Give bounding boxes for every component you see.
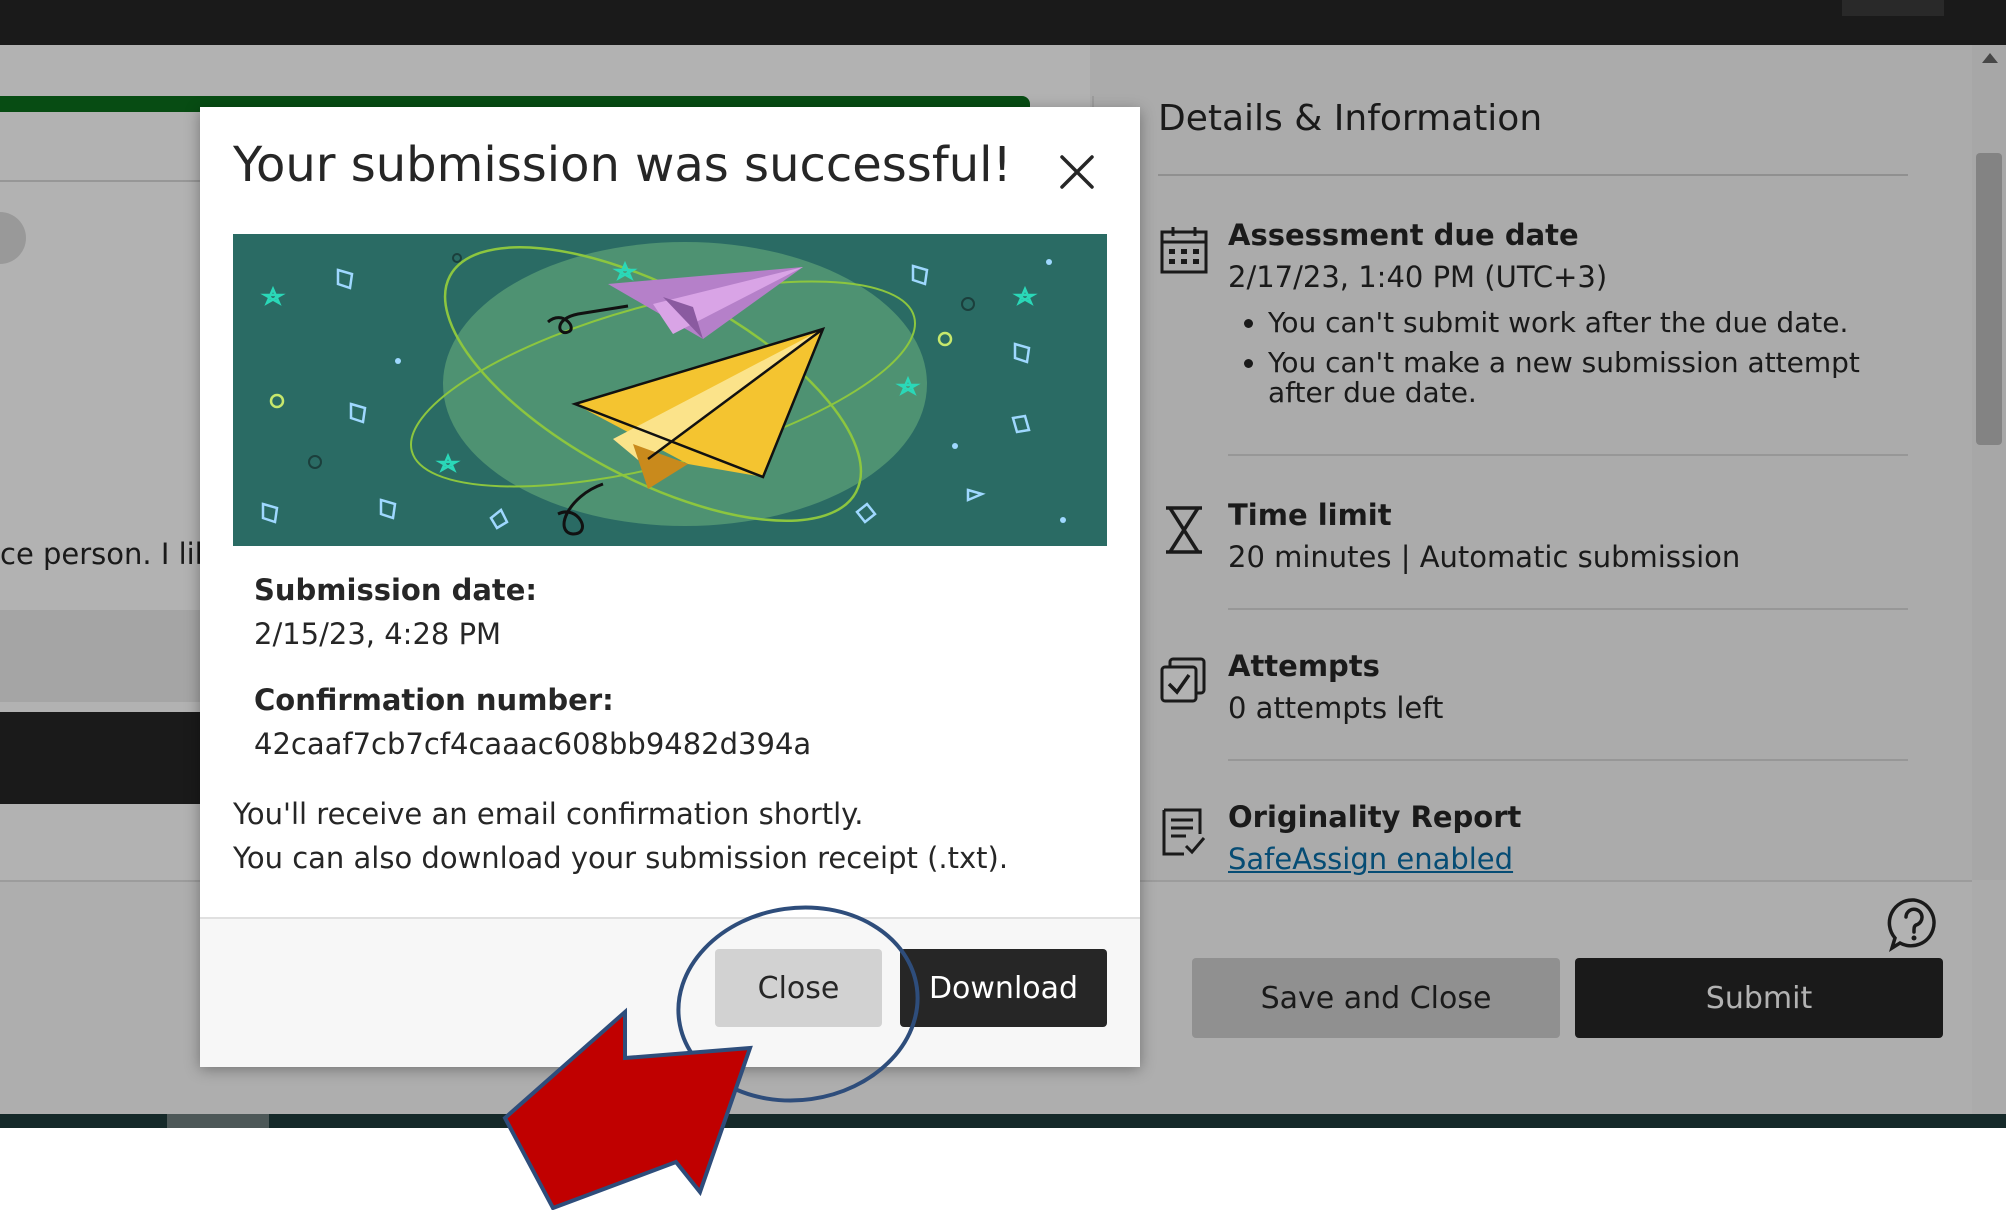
download-receipt-button[interactable]: Download [900,949,1107,1027]
email-confirmation-message: You'll receive an email confirmation sho… [233,797,864,831]
dialog-title: Your submission was successful! [233,137,1012,193]
close-icon[interactable] [1052,147,1102,197]
confirmation-number-label: Confirmation number: [254,683,614,717]
submission-date-label: Submission date: [254,573,538,607]
download-receipt-message: You can also download your submission re… [233,841,1009,875]
submission-success-dialog: Your submission was successful! Submissi… [200,107,1140,1067]
dialog-close-button[interactable]: Close [715,949,882,1027]
paper-plane-illustration [233,234,1107,546]
confirmation-number-value: 42caaf7cb7cf4caaac608bb9482d394a [254,727,812,761]
submission-date-value: 2/15/23, 4:28 PM [254,617,502,651]
